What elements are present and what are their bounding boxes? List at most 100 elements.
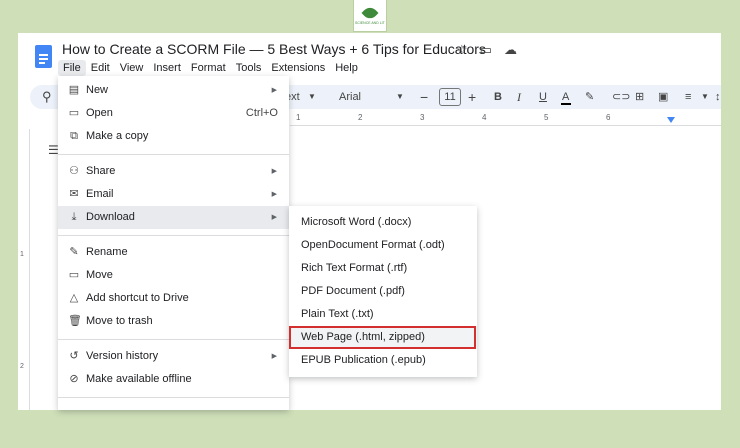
file-menu-share[interactable]: ⚇ Share ▶ — [58, 160, 289, 183]
menu-item-label: Download — [86, 211, 135, 223]
right-indent-marker[interactable] — [667, 117, 675, 123]
menu-item-label: Email — [86, 188, 114, 200]
menu-item-label: Make available offline — [86, 373, 192, 385]
file-menu-rename[interactable]: ✎ Rename — [58, 241, 289, 264]
line-spacing-icon[interactable]: ↕≡ — [715, 85, 721, 109]
ruler-tick-label: 1 — [296, 113, 301, 122]
text-color-swatch — [561, 103, 571, 105]
download-submenu: Microsoft Word (.docx) OpenDocument Form… — [289, 206, 477, 377]
file-menu-add-shortcut[interactable]: △ Add shortcut to Drive — [58, 287, 289, 310]
font-dropdown[interactable]: Arial — [339, 85, 361, 109]
align-left-icon[interactable]: ≡ — [685, 85, 691, 109]
email-icon: ✉ — [69, 188, 79, 200]
vertical-ruler: 1 2 — [18, 129, 30, 410]
horizontal-ruler: 1 2 3 4 5 6 — [290, 113, 721, 126]
ruler-tick-label: 1 — [20, 251, 24, 258]
caret-down-icon[interactable]: ▼ — [308, 85, 316, 109]
bold-button[interactable]: B — [494, 85, 502, 109]
ruler-tick-label: 3 — [420, 113, 425, 122]
add-comment-icon[interactable]: ⊞ — [635, 85, 644, 109]
caret-down-icon[interactable]: ▼ — [701, 85, 709, 109]
download-odt[interactable]: OpenDocument Format (.odt) — [289, 234, 477, 257]
menu-item-label: Microsoft Word (.docx) — [301, 216, 412, 228]
new-document-icon: ▤ — [68, 84, 80, 96]
download-rtf[interactable]: Rich Text Format (.rtf) — [289, 257, 477, 280]
menu-divider — [58, 235, 289, 236]
file-menu: ▤ New ▶ ▭ Open Ctrl+O ⧉ Make a copy ⚇ Sh… — [58, 76, 289, 410]
share-person-icon: ⚇ — [69, 165, 79, 177]
menu-item-label: Add shortcut to Drive — [86, 292, 189, 304]
file-menu-new[interactable]: ▤ New ▶ — [58, 79, 289, 102]
menu-item-label: OpenDocument Format (.odt) — [301, 239, 445, 251]
menu-format[interactable]: Format — [186, 60, 231, 76]
menu-view[interactable]: View — [115, 60, 149, 76]
highlight-pen-icon[interactable]: ✎ — [585, 85, 594, 109]
menu-divider — [58, 339, 289, 340]
file-menu-make-copy[interactable]: ⧉ Make a copy — [58, 125, 289, 148]
increase-font-size-button[interactable]: + — [468, 85, 476, 109]
menu-item-label: EPUB Publication (.epub) — [301, 354, 426, 366]
rename-icon: ✎ — [69, 246, 79, 258]
menu-item-label: Make a copy — [86, 130, 149, 142]
font-size-input[interactable]: 11 — [439, 88, 461, 106]
insert-image-icon[interactable]: ▣ — [658, 85, 668, 109]
decrease-font-size-button[interactable]: − — [420, 85, 428, 109]
underline-button[interactable]: U — [539, 85, 547, 109]
submenu-arrow-icon: ▶ — [271, 87, 277, 94]
highlight-annotation-box — [289, 326, 476, 349]
menu-insert[interactable]: Insert — [148, 60, 186, 76]
menu-edit[interactable]: Edit — [86, 60, 115, 76]
menu-item-label: Rename — [86, 246, 128, 258]
title-actions: ☆ ▭ ☁ — [456, 42, 517, 58]
submenu-arrow-icon: ▶ — [271, 214, 277, 221]
menu-help[interactable]: Help — [330, 60, 363, 76]
file-menu-version-history[interactable]: ↺ Version history ▶ — [58, 345, 289, 368]
menu-tools[interactable]: Tools — [231, 60, 267, 76]
submenu-arrow-icon: ▶ — [271, 168, 277, 175]
menu-item-label: PDF Document (.pdf) — [301, 285, 405, 297]
folder-open-icon: ▭ — [68, 107, 80, 119]
submenu-arrow-icon: ▶ — [271, 353, 277, 360]
search-menus-icon[interactable]: ⚲ — [42, 85, 52, 109]
download-pdf[interactable]: PDF Document (.pdf) — [289, 280, 477, 303]
download-txt[interactable]: Plain Text (.txt) — [289, 303, 477, 326]
site-logo: SCIENCE AND LITERACY — [353, 0, 387, 32]
history-icon: ↺ — [69, 350, 79, 362]
text-color-button[interactable]: A — [562, 85, 569, 109]
file-menu-make-offline[interactable]: ⊘ Make available offline — [58, 368, 289, 391]
menu-item-label: Share — [86, 165, 116, 177]
menu-file[interactable]: File — [58, 60, 86, 76]
download-icon: ⤓ — [71, 211, 77, 223]
ruler-tick-label: 2 — [358, 113, 363, 122]
menu-item-label: Version history — [86, 350, 159, 362]
docs-logo-icon — [35, 45, 52, 68]
star-icon[interactable]: ☆ — [456, 42, 468, 58]
cloud-status-icon[interactable]: ☁ — [504, 42, 517, 58]
menu-item-label: Move to trash — [86, 315, 153, 327]
document-title[interactable]: How to Create a SCORM File — 5 Best Ways… — [62, 41, 486, 57]
italic-button[interactable]: I — [517, 85, 521, 109]
download-docx[interactable]: Microsoft Word (.docx) — [289, 211, 477, 234]
logo-wordmark: SCIENCE AND LITERACY — [355, 20, 385, 25]
file-menu-open[interactable]: ▭ Open Ctrl+O — [58, 102, 289, 125]
copy-icon: ⧉ — [70, 130, 78, 142]
file-menu-move[interactable]: ▭ Move — [58, 264, 289, 287]
link-icon[interactable]: ⊂⊃ — [612, 85, 630, 109]
menu-extensions[interactable]: Extensions — [266, 60, 330, 76]
menu-item-label: Move — [86, 269, 113, 281]
file-menu-email[interactable]: ✉ Email ▶ — [58, 183, 289, 206]
ruler-tick-label: 5 — [544, 113, 549, 122]
drive-shortcut-icon: △ — [69, 292, 79, 304]
file-menu-download[interactable]: ⤓ Download ▶ — [58, 206, 289, 229]
trash-icon: 🗑 — [68, 315, 82, 327]
menu-item-label: Open — [86, 107, 113, 119]
menu-item-label: New — [86, 84, 109, 96]
menu-bar: File Edit View Insert Format Tools Exten… — [58, 60, 363, 76]
file-menu-move-to-trash[interactable]: 🗑 Move to trash — [58, 310, 289, 333]
download-epub[interactable]: EPUB Publication (.epub) — [289, 349, 477, 372]
caret-down-icon[interactable]: ▼ — [396, 85, 404, 109]
ruler-tick-label: 2 — [20, 363, 24, 370]
move-folder-icon[interactable]: ▭ — [480, 42, 492, 58]
submenu-arrow-icon: ▶ — [271, 191, 277, 198]
ruler-tick-label: 6 — [606, 113, 611, 122]
